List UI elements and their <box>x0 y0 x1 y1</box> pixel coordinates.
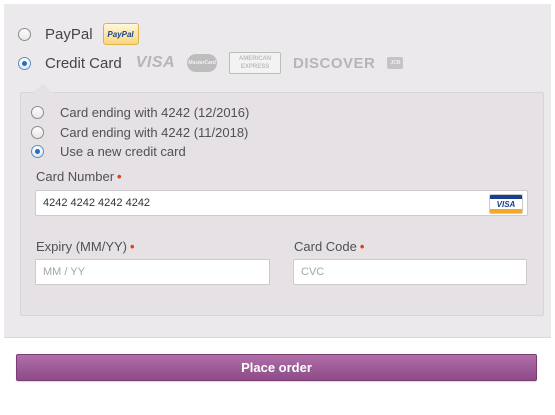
expiry-label: Expiry (MM/YY) • <box>36 239 135 254</box>
payment-methods-panel: PayPal PayPal Credit Card VISA MasterCar… <box>4 4 551 338</box>
saved-card-radio-2[interactable] <box>31 126 44 139</box>
credit-card-radio[interactable] <box>18 56 31 70</box>
required-marker: • <box>359 239 365 254</box>
new-card-label[interactable]: Use a new credit card <box>60 144 186 159</box>
card-type-badge-text: VISA <box>496 199 516 209</box>
payment-method-paypal[interactable]: PayPal PayPal <box>18 23 139 45</box>
paypal-radio[interactable] <box>18 27 31 41</box>
saved-card-option-1[interactable]: Card ending with 4242 (12/2016) <box>31 105 249 120</box>
payment-method-credit-card[interactable]: Credit Card VISA MasterCard AMERICAN EXPR… <box>18 52 404 74</box>
card-code-label: Card Code • <box>294 239 364 254</box>
visa-logo-icon: VISA <box>135 54 176 71</box>
card-number-label: Card Number • <box>36 169 122 184</box>
saved-card-option-2[interactable]: Card ending with 4242 (11/2018) <box>31 125 248 140</box>
expiry-label-text: Expiry (MM/YY) <box>36 239 127 254</box>
card-number-label-text: Card Number <box>36 169 115 184</box>
expiry-input[interactable]: MM / YY <box>35 259 270 285</box>
amex-line2: EXPRESS <box>240 64 270 70</box>
new-card-radio[interactable] <box>31 145 44 158</box>
expiry-placeholder: MM / YY <box>43 266 85 278</box>
card-code-placeholder: CVC <box>301 266 325 278</box>
required-marker: • <box>130 239 135 254</box>
card-code-label-text: Card Code <box>294 239 357 254</box>
card-type-visa-icon: VISA <box>489 194 523 214</box>
amex-logo-icon: AMERICAN EXPRESS <box>229 52 282 74</box>
paypal-label[interactable]: PayPal <box>45 26 93 43</box>
saved-card-label-1[interactable]: Card ending with 4242 (12/2016) <box>60 105 249 120</box>
accepted-cards: VISA MasterCard AMERICAN EXPRESS DISCOVER… <box>136 52 404 74</box>
card-code-input[interactable]: CVC <box>293 259 527 285</box>
mastercard-logo-icon: MasterCard <box>187 54 218 72</box>
card-number-value: 4242 4242 4242 4242 <box>43 197 151 209</box>
paypal-logo-icon: PayPal <box>102 23 139 45</box>
saved-card-label-2[interactable]: Card ending with 4242 (11/2018) <box>60 125 248 140</box>
required-marker: • <box>117 169 122 184</box>
saved-card-radio-1[interactable] <box>31 106 44 119</box>
place-order-button[interactable]: Place order <box>16 354 537 381</box>
credit-card-label[interactable]: Credit Card <box>45 55 122 72</box>
jcb-logo-icon: JCB <box>387 57 404 69</box>
discover-logo-icon: DISCOVER <box>293 54 376 72</box>
amex-line1: AMERICAN <box>238 56 272 62</box>
credit-card-form: Card ending with 4242 (12/2016) Card end… <box>20 83 544 316</box>
new-card-option[interactable]: Use a new credit card <box>31 144 186 159</box>
card-number-input[interactable]: 4242 4242 4242 4242 VISA <box>35 190 528 216</box>
